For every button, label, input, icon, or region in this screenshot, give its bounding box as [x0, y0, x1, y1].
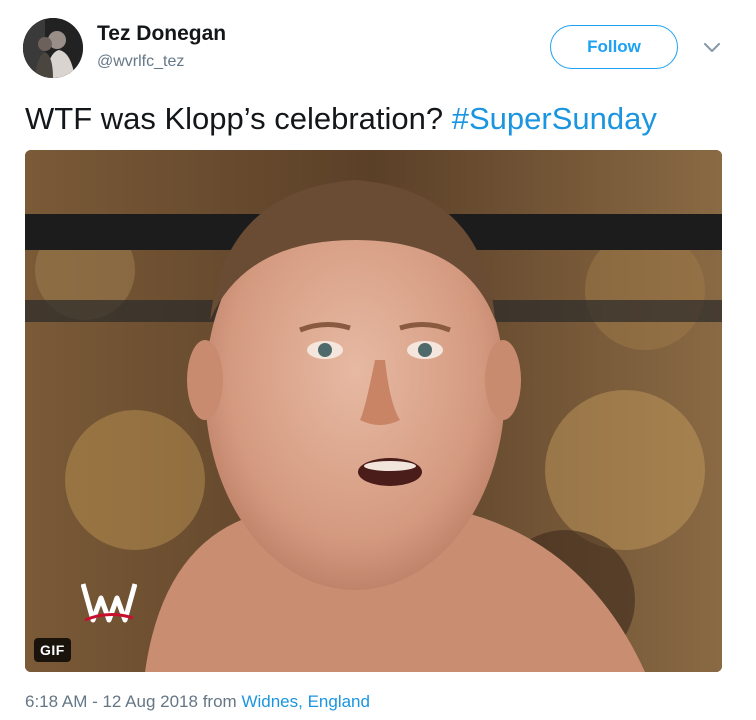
wwe-watermark-logo — [81, 583, 137, 623]
tweet-text: WTF was Klopp’s celebration? #SuperSunda… — [25, 97, 657, 141]
tweet-meta: 6:18 AM - 12 Aug 2018 from Widnes, Engla… — [25, 692, 370, 712]
more-menu-button[interactable] — [700, 36, 724, 60]
chevron-down-icon — [704, 43, 720, 52]
author-avatar[interactable] — [23, 18, 83, 78]
tweet-location-link[interactable]: Widnes, England — [241, 692, 370, 711]
tweet-body: WTF was Klopp’s celebration? — [25, 101, 444, 136]
gif-badge: GIF — [34, 638, 71, 662]
author-handle[interactable]: @wvrlfc_tez — [97, 53, 184, 71]
author-display-name[interactable]: Tez Donegan — [97, 22, 226, 46]
follow-button[interactable]: Follow — [550, 25, 678, 69]
hashtag-link[interactable]: #SuperSunday — [452, 101, 657, 136]
from-label: from — [202, 692, 237, 711]
tweet-media-gif[interactable]: GIF — [25, 150, 722, 672]
tweet-timestamp[interactable]: 6:18 AM - 12 Aug 2018 — [25, 692, 198, 711]
